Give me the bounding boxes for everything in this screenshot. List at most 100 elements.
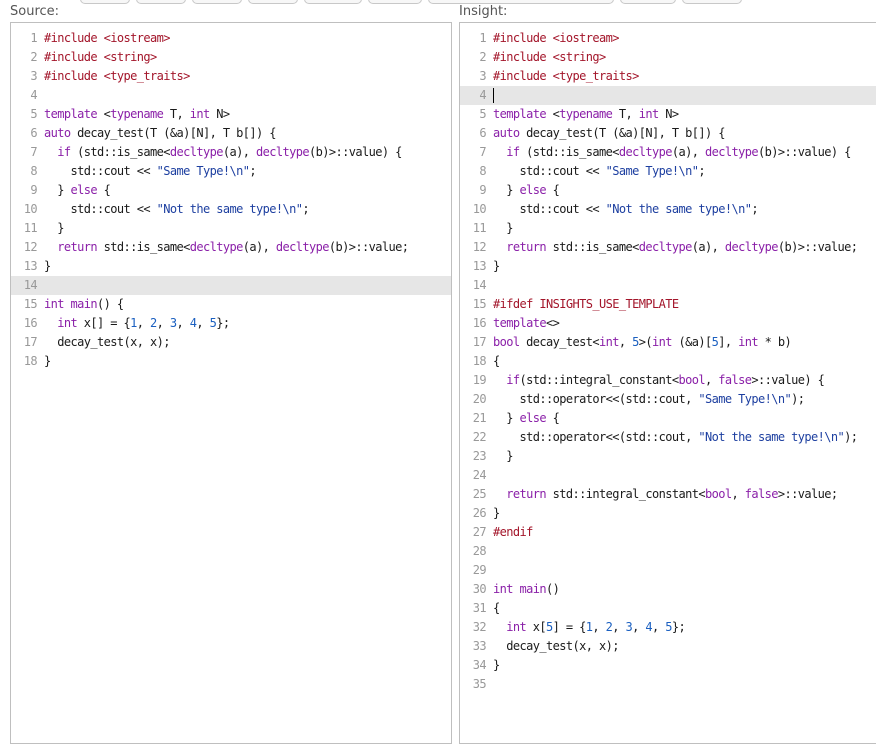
insight-code-line[interactable]: 19 if(std::integral_constant<bool, false… [460,371,876,390]
code-token: decay_test< [519,335,599,349]
insight-editor[interactable]: 1 #include <iostream> 2 #include <string> 3 #… [459,22,876,744]
code-token: } [44,221,64,235]
source-label: Source: [10,4,60,19]
source-code-line[interactable]: 11 } [11,219,451,238]
source-code-line[interactable]: 7 if (std::is_same<decltype(a), decltype… [11,143,451,162]
toolbar-button[interactable] [682,0,742,4]
source-code-line[interactable]: 13} [11,257,451,276]
code-token: } [44,259,51,273]
source-code-line[interactable]: 9 } else { [11,181,451,200]
insight-code-line[interactable]: 33 decay_test(x, x); [460,637,876,656]
insight-code-line[interactable]: 2 #include <string> [460,48,876,67]
source-code-line[interactable]: 8 std::cout << "Same Type!\n"; [11,162,451,181]
insight-code-line[interactable]: 9 } else { [460,181,876,200]
code-token: }; [671,620,686,634]
insight-code-line[interactable]: 13} [460,257,876,276]
insight-code-line[interactable]: 27 #endif [460,523,876,542]
insight-code-line[interactable]: 30 int main() [460,580,876,599]
insight-code-line[interactable]: 14 [460,276,876,295]
source-code-line[interactable]: 3 #include <type_traits> [11,67,451,86]
line-number: 1 [479,31,486,45]
insight-code-line[interactable]: 28 [460,542,876,561]
toolbar-button[interactable] [428,0,614,4]
source-code-line[interactable]: 18} [11,352,451,371]
toolbar-button[interactable] [136,0,186,4]
toolbar-button[interactable] [192,0,242,4]
insight-code-line[interactable]: 5 template <typename T, int N> [460,105,876,124]
code-token: bool [493,335,520,349]
insight-code-line[interactable]: 11 } [460,219,876,238]
line-number: 18 [23,354,38,368]
code-token: (a), [242,240,276,254]
code-token: decltype [169,145,224,159]
source-code-line[interactable]: 12 return std::is_same<decltype(a), decl… [11,238,451,257]
line-number: 14 [23,278,38,292]
source-code-line[interactable]: 16 int x[] = {1, 2, 3, 4, 5}; [11,314,451,333]
insight-code-line[interactable]: 35 [460,675,876,694]
line-number: 16 [23,316,38,330]
insight-code-line[interactable]: 20 std::operator<<(std::cout, "Same Type… [460,390,876,409]
code-token: , [156,316,170,330]
source-code-line[interactable]: 17 decay_test(x, x); [11,333,451,352]
code-token: "Not the same type!\n" [156,202,303,216]
code-token: (a), [222,145,256,159]
insight-code-line[interactable]: 16 template<> [460,314,876,333]
insight-code-line[interactable]: 31 { [460,599,876,618]
insight-code-line[interactable]: 23 } [460,447,876,466]
source-code-line[interactable]: 2 #include <string> [11,48,451,67]
insight-code-line[interactable]: 26} [460,504,876,523]
code-token: else [519,183,547,197]
insight-code-line[interactable]: 1 #include <iostream> [460,29,876,48]
source-code-line[interactable]: 10 std::cout << "Not the same type!\n"; [11,200,451,219]
code-token: #include <type_traits> [493,69,639,83]
insight-code-line[interactable]: 34} [460,656,876,675]
toolbar-button[interactable] [80,0,130,4]
insight-code-line[interactable]: 32 int x[5] = {1, 2, 3, 4, 5}; [460,618,876,637]
toolbar-button[interactable] [248,0,298,4]
insight-code-line[interactable]: 18 { [460,352,876,371]
insight-code-line[interactable]: 6 auto decay_test(T (&a)[N], T b[]) { [460,124,876,143]
source-code-line[interactable]: 15 int main() { [11,295,451,314]
code-token: else [519,411,547,425]
code-token: std::is_same< [97,240,191,254]
line-number: 13 [472,259,487,273]
source-code-line[interactable]: 14 [11,276,451,295]
code-token: #include <string> [44,50,157,64]
code-token: std::is_same< [546,240,640,254]
source-editor[interactable]: 1 #include <iostream> 2 #include <string> 3 #… [10,22,452,744]
line-number: 15 [23,297,38,311]
toolbar-button[interactable] [368,0,422,4]
code-token: x[] = { [77,316,131,330]
code-token: return [506,240,546,254]
insight-code-line[interactable]: 3 #include <type_traits> [460,67,876,86]
code-token: } [493,449,513,463]
insight-code-line[interactable]: 29 [460,561,876,580]
code-token: int [57,316,78,330]
insight-code-line[interactable]: 22 std::operator<<(std::cout, "Not the s… [460,428,876,447]
source-code-line[interactable]: 1 #include <iostream> [11,29,451,48]
insight-code-line[interactable]: 15 #ifdef INSIGHTS_USE_TEMPLATE [460,295,876,314]
line-number: 6 [479,126,486,140]
insight-code-line[interactable]: 12 return std::is_same<decltype(a), decl… [460,238,876,257]
source-code-line[interactable]: 4 [11,86,451,105]
insight-code-line[interactable]: 8 std::cout << "Same Type!\n"; [460,162,876,181]
insight-code-line[interactable]: 17 bool decay_test<int, 5>(int (&a)[5], i… [460,333,876,352]
source-code-line[interactable]: 5 template <typename T, int N> [11,105,451,124]
toolbar-button[interactable] [304,0,362,4]
insight-code-line[interactable]: 10 std::cout << "Not the same type!\n"; [460,200,876,219]
code-token: ); [791,392,805,406]
line-number: 22 [472,430,487,444]
insight-code-line[interactable]: 4 [460,86,876,105]
code-token: , [632,620,646,634]
code-token: { [493,601,500,615]
line-number: 25 [472,487,487,501]
insight-code-line[interactable]: 25 return std::integral_constant<bool, f… [460,485,876,504]
insight-code-line[interactable]: 24 [460,466,876,485]
source-code[interactable]: 1 #include <iostream> 2 #include <string> 3 #… [11,29,451,371]
insight-code-line[interactable]: 21 } else { [460,409,876,428]
insight-code-line[interactable]: 7 if (std::is_same<decltype(a), decltype… [460,143,876,162]
source-code-line[interactable]: 6 auto decay_test(T (&a)[N], T b[]) { [11,124,451,143]
toolbar-button[interactable] [620,0,676,4]
insight-code[interactable]: 1 #include <iostream> 2 #include <string> 3 #… [460,29,876,694]
